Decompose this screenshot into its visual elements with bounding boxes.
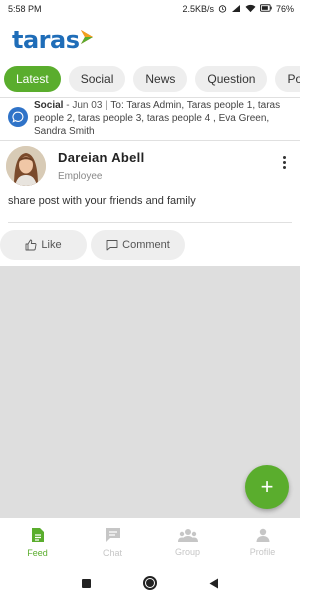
system-navigation — [0, 566, 300, 600]
home-button[interactable] — [142, 576, 157, 590]
bottom-navigation: Feed Chat Group Profile — [0, 518, 300, 566]
tab-question[interactable]: Question — [195, 66, 268, 92]
like-button[interactable]: Like — [0, 230, 87, 260]
person-icon — [256, 528, 269, 542]
nav-item-feed[interactable]: Feed — [0, 518, 75, 566]
app-bar: taras — [0, 22, 300, 58]
back-button[interactable] — [209, 578, 219, 589]
like-label: Like — [41, 239, 62, 251]
divider — [0, 140, 300, 141]
add-post-button[interactable]: + — [245, 465, 289, 509]
nav-label-profile: Profile — [249, 546, 276, 557]
nav-item-group[interactable]: Group — [150, 518, 225, 566]
nav-label-feed: Feed — [27, 547, 48, 558]
comment-label: Comment — [122, 239, 170, 251]
status-indicators: 2.5KB/s 76% — [182, 4, 294, 15]
signal-icon — [231, 4, 241, 15]
taras-logo: taras — [12, 26, 94, 54]
more-options-icon[interactable] — [278, 150, 290, 174]
logo-arrow-icon — [81, 30, 94, 44]
feed-filter-tabs: Latest Social News Question Poll — [0, 66, 300, 94]
network-speed: 2.5KB/s — [182, 4, 214, 14]
author-info: Dareian Abell Employee — [58, 150, 145, 182]
tab-news[interactable]: News — [133, 66, 188, 92]
nav-item-profile[interactable]: Profile — [225, 518, 300, 566]
document-icon — [31, 527, 44, 542]
comment-button[interactable]: Comment — [91, 230, 185, 260]
post-meta: Social - Jun 03 | To: Taras Admin, Taras… — [0, 98, 300, 138]
meta-separator: | — [105, 100, 108, 111]
nav-item-chat[interactable]: Chat — [75, 518, 150, 566]
comment-icon — [106, 240, 118, 251]
post-body: share post with your friends and family — [8, 195, 196, 207]
group-icon — [177, 528, 198, 542]
chat-icon — [105, 527, 120, 542]
divider — [8, 222, 292, 223]
post-meta-text: Social - Jun 03 | To: Taras Admin, Taras… — [34, 98, 296, 138]
nav-label-chat: Chat — [102, 547, 122, 558]
post-actions: Like Comment — [0, 230, 300, 260]
tab-poll[interactable]: Poll — [275, 66, 300, 92]
status-time: 5:58 PM — [8, 4, 42, 14]
post-date: - Jun 03 — [66, 100, 103, 111]
author-role: Employee — [58, 171, 103, 182]
wifi-icon — [245, 4, 256, 15]
post-type: Social — [34, 100, 64, 111]
avatar[interactable] — [6, 146, 46, 186]
status-bar: 5:58 PM 2.5KB/s 76% — [0, 0, 300, 18]
logo-text: taras — [12, 26, 80, 54]
tab-latest[interactable]: Latest — [4, 66, 61, 92]
battery-icon — [259, 4, 272, 14]
post-author: Dareian Abell Employee — [0, 144, 300, 188]
nav-label-group: Group — [174, 546, 200, 557]
alarm-icon — [218, 4, 227, 15]
thumbs-up-icon — [25, 239, 37, 251]
tab-social[interactable]: Social — [68, 66, 126, 92]
author-name[interactable]: Dareian Abell — [58, 150, 145, 165]
chat-bubble-icon — [8, 107, 28, 127]
battery-level: 76% — [275, 4, 294, 14]
recents-button[interactable] — [81, 578, 91, 588]
